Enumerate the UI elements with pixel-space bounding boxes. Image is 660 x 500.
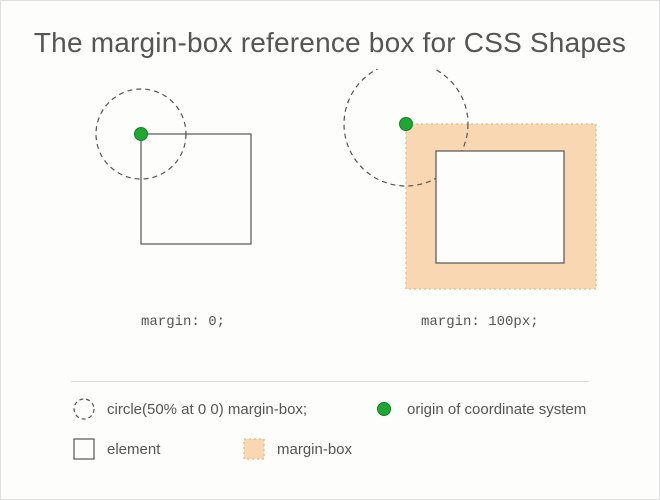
legend-item-origin: origin of coordinate system (371, 396, 586, 422)
legend-item-shape: circle(50% at 0 0) margin-box; (71, 396, 371, 422)
origin-dot-icon (371, 396, 397, 422)
legend-item-element: element (71, 436, 241, 462)
element-square-icon (71, 436, 97, 462)
diagram-margin-hundred (331, 69, 611, 299)
divider (71, 381, 589, 382)
caption-margin-hundred: margin: 100px; (421, 314, 539, 330)
marginbox-square-icon (241, 436, 267, 462)
legend-label: origin of coordinate system (407, 401, 586, 418)
legend-label: element (107, 441, 160, 458)
element-box (141, 134, 251, 244)
legend-item-marginbox: margin-box (241, 436, 352, 462)
caption-margin-zero: margin: 0; (141, 314, 225, 330)
page-title: The margin-box reference box for CSS Sha… (1, 27, 659, 59)
legend-label: margin-box (277, 441, 352, 458)
diagram-margin-zero (81, 69, 281, 269)
element-box (436, 151, 564, 263)
legend: circle(50% at 0 0) margin-box; origin of… (71, 396, 599, 476)
origin-dot-icon (135, 128, 148, 141)
diagram-area: margin: 0; margin: 100px; (1, 69, 659, 329)
dashed-circle-icon (71, 396, 97, 422)
origin-dot-icon (400, 118, 413, 131)
legend-label: circle(50% at 0 0) margin-box; (107, 401, 307, 418)
